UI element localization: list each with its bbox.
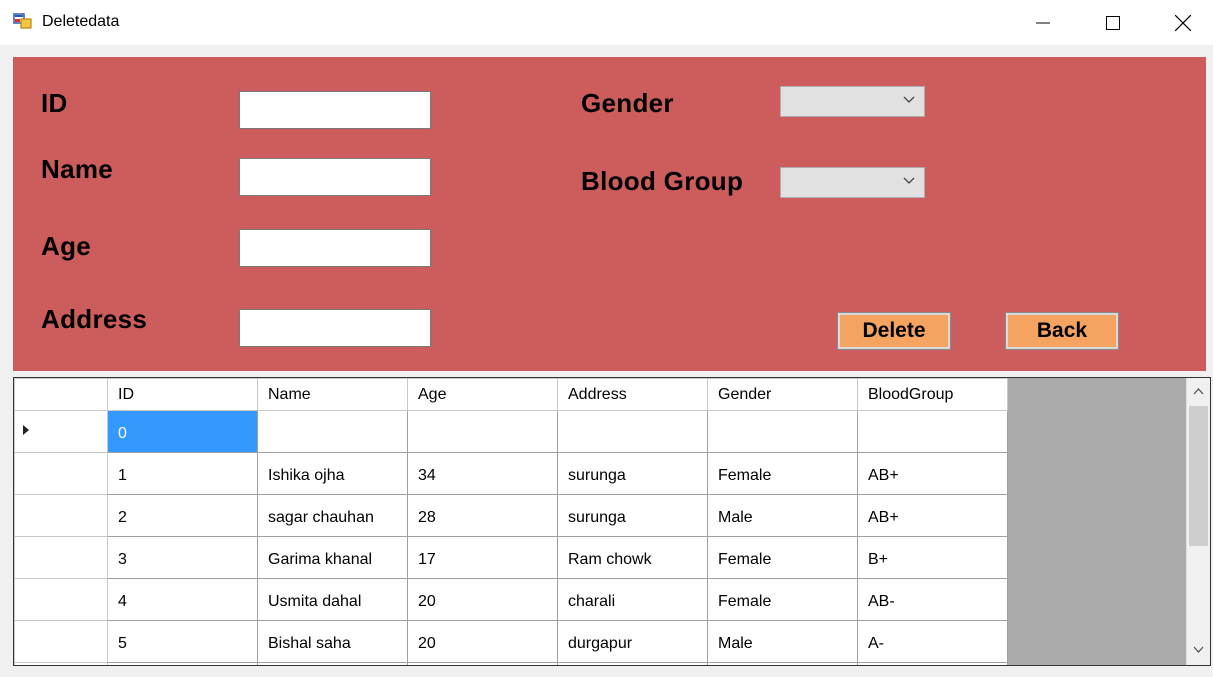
table-row[interactable]: 0 xyxy=(14,410,1008,453)
table-cell[interactable] xyxy=(857,410,1008,453)
chevron-down-icon xyxy=(903,177,915,184)
row-header[interactable] xyxy=(14,620,108,663)
table-cell[interactable]: 28 xyxy=(407,494,558,537)
table-cell[interactable]: AB+ xyxy=(857,494,1008,537)
window-title: Deletedata xyxy=(42,13,120,30)
table-cell[interactable] xyxy=(107,662,258,665)
row-header[interactable] xyxy=(14,536,108,579)
table-cell[interactable]: AB- xyxy=(857,578,1008,621)
close-button[interactable] xyxy=(1148,0,1213,45)
maximize-button[interactable] xyxy=(1078,0,1148,45)
table-cell[interactable]: B+ xyxy=(857,536,1008,579)
column-header-age[interactable]: Age xyxy=(407,378,558,411)
data-grid[interactable]: ID Name Age Address Gender BloodGroup 0 xyxy=(13,377,1211,666)
table-cell[interactable]: Bishal saha xyxy=(257,620,408,663)
title-bar: Deletedata xyxy=(0,0,1213,45)
table-cell[interactable]: Garima khanal xyxy=(257,536,408,579)
age-label: Age xyxy=(41,231,92,261)
maximize-icon xyxy=(1106,15,1120,30)
id-label: ID xyxy=(41,88,68,118)
table-cell[interactable]: A- xyxy=(857,620,1008,663)
table-cell-selected[interactable]: 0 xyxy=(107,410,258,453)
table-row[interactable]: 4 Usmita dahal 20 charali Female AB- xyxy=(14,578,1008,621)
delete-button[interactable]: Delete xyxy=(837,312,951,350)
table-cell[interactable]: Female xyxy=(707,452,858,495)
table-cell[interactable] xyxy=(707,662,858,665)
table-cell[interactable]: surunga xyxy=(557,452,708,495)
table-cell[interactable]: 1 xyxy=(107,452,258,495)
table-cell[interactable]: 17 xyxy=(407,536,558,579)
table-cell[interactable]: 20 xyxy=(407,620,558,663)
table-row[interactable]: 1 Ishika ojha 34 surunga Female AB+ xyxy=(14,452,1008,495)
table-cell[interactable]: sagar chauhan xyxy=(257,494,408,537)
table-cell[interactable]: charali xyxy=(557,578,708,621)
data-table: ID Name Age Address Gender BloodGroup 0 xyxy=(14,378,1008,665)
table-cell[interactable]: 5 xyxy=(107,620,258,663)
scrollbar-thumb[interactable] xyxy=(1189,406,1208,546)
table-cell[interactable]: Female xyxy=(707,536,858,579)
table-cell[interactable] xyxy=(257,662,408,665)
column-header-gender[interactable]: Gender xyxy=(707,378,858,411)
column-header-address[interactable]: Address xyxy=(557,378,708,411)
blood-group-dropdown[interactable] xyxy=(780,167,925,198)
table-cell[interactable]: 20 xyxy=(407,578,558,621)
table-cell[interactable]: Ishika ojha xyxy=(257,452,408,495)
table-cell[interactable]: durgapur xyxy=(557,620,708,663)
column-header-name[interactable]: Name xyxy=(257,378,408,411)
table-row[interactable]: 5 Bishal saha 20 durgapur Male A- xyxy=(14,620,1008,663)
header-row: ID Name Age Address Gender BloodGroup xyxy=(14,378,1008,411)
row-header[interactable] xyxy=(14,578,108,621)
table-cell[interactable]: Ram chowk xyxy=(557,536,708,579)
column-header-id[interactable]: ID xyxy=(107,378,258,411)
table-cell[interactable]: surunga xyxy=(557,494,708,537)
table-row[interactable] xyxy=(14,662,1008,665)
table-cell[interactable]: Male xyxy=(707,494,858,537)
back-button[interactable]: Back xyxy=(1005,312,1119,350)
table-cell[interactable]: Usmita dahal xyxy=(257,578,408,621)
address-label: Address xyxy=(41,304,148,334)
chevron-down-icon xyxy=(903,96,915,103)
name-label: Name xyxy=(41,154,114,184)
table-cell[interactable] xyxy=(857,662,1008,665)
table-row[interactable]: 2 sagar chauhan 28 surunga Male AB+ xyxy=(14,494,1008,537)
table-row[interactable]: 3 Garima khanal 17 Ram chowk Female B+ xyxy=(14,536,1008,579)
blood-group-label: Blood Group xyxy=(581,166,744,196)
row-header[interactable] xyxy=(14,410,108,453)
column-header-bloodgroup[interactable]: BloodGroup xyxy=(857,378,1008,411)
table-cell[interactable] xyxy=(257,410,408,453)
table-cell[interactable] xyxy=(557,662,708,665)
scroll-down-arrow-icon[interactable] xyxy=(1193,646,1204,653)
table-cell[interactable]: Male xyxy=(707,620,858,663)
gender-label: Gender xyxy=(581,88,674,118)
current-row-arrow-icon xyxy=(23,425,29,435)
address-field[interactable] xyxy=(239,309,431,347)
minimize-button[interactable] xyxy=(1008,0,1078,45)
id-field[interactable] xyxy=(239,91,431,129)
scroll-up-arrow-icon[interactable] xyxy=(1193,388,1204,395)
table-cell[interactable]: 34 xyxy=(407,452,558,495)
table-cell[interactable] xyxy=(407,662,558,665)
gender-dropdown[interactable] xyxy=(780,86,925,117)
row-header-corner xyxy=(14,378,108,411)
table-cell[interactable]: Female xyxy=(707,578,858,621)
table-cell[interactable]: AB+ xyxy=(857,452,1008,495)
age-field[interactable] xyxy=(239,229,431,267)
table-cell[interactable] xyxy=(407,410,558,453)
row-header[interactable] xyxy=(14,662,108,665)
close-icon xyxy=(1175,14,1191,31)
form-panel: ID Name Age Address Gender Blood Group D… xyxy=(13,57,1206,371)
table-cell[interactable]: 4 xyxy=(107,578,258,621)
row-header[interactable] xyxy=(14,494,108,537)
name-field[interactable] xyxy=(239,158,431,196)
row-header[interactable] xyxy=(14,452,108,495)
vertical-scrollbar[interactable] xyxy=(1186,378,1210,665)
table-cell[interactable] xyxy=(707,410,858,453)
table-cell[interactable] xyxy=(557,410,708,453)
app-icon xyxy=(13,11,33,31)
table-cell[interactable]: 3 xyxy=(107,536,258,579)
minimize-icon xyxy=(1036,22,1050,23)
table-cell[interactable]: 2 xyxy=(107,494,258,537)
